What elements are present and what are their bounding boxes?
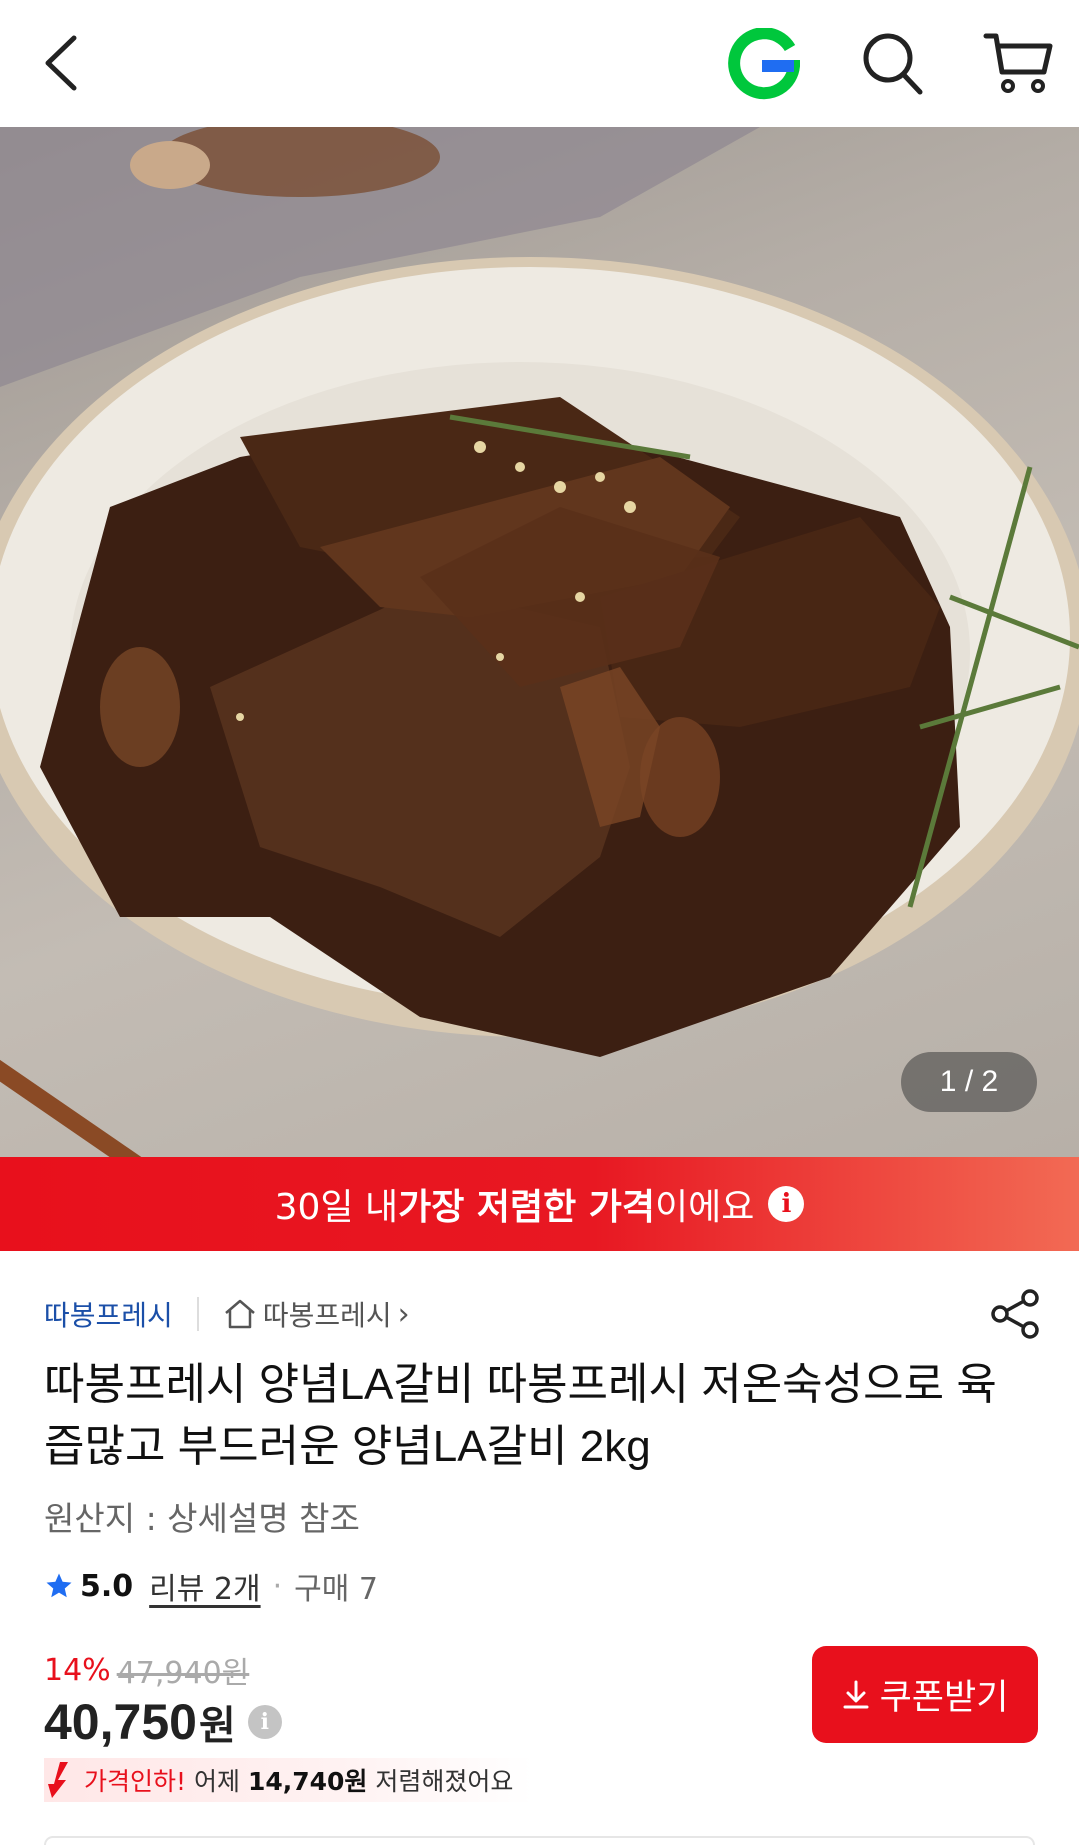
review-link[interactable]: 리뷰 2개 <box>149 1564 260 1608</box>
product-title: 따봉프레시 양념LA갈비 따봉프레시 저온숙성으로 육즙많고 부드러운 양념LA… <box>44 1360 997 1471</box>
lowest-price-banner[interactable]: 30일 내 가장 저렴한 가격 이에요 i <box>0 1157 1079 1251</box>
price-drop-suffix: 저렴해졌어요 <box>367 1767 514 1796</box>
gallery-current-page: 1 <box>939 1065 957 1098</box>
rating-row: 5.0 리뷰 2개 · 구매 7 <box>44 1564 378 1608</box>
price-row: 40,750 원 i <box>44 1690 282 1754</box>
gallery-total-pages: 2 <box>981 1065 999 1098</box>
gmarket-logo-icon[interactable] <box>728 28 800 100</box>
price-info-icon[interactable]: i <box>247 1705 282 1739</box>
arrow-down-icon <box>48 1762 68 1798</box>
gallery-page-indicator: 1 / 2 <box>901 1052 1037 1112</box>
banner-suffix: 이에요 <box>655 1187 755 1228</box>
product-photo <box>0 127 1079 1157</box>
original-price: 47,940원 <box>116 1656 250 1691</box>
banner-prefix: 30일 내 <box>274 1187 399 1228</box>
product-origin: 원산지 : 상세설명 참조 <box>44 1499 360 1538</box>
discount-row: 14% 47,940원 <box>44 1650 250 1692</box>
star-icon <box>46 1573 72 1598</box>
chevron-right-icon: › <box>397 1296 410 1332</box>
cart-icon[interactable] <box>982 28 1054 98</box>
product-image-gallery[interactable]: 1 / 2 <box>0 127 1079 1157</box>
banner-highlight: 가장 저렴한 가격 <box>398 1187 656 1228</box>
download-icon <box>843 1680 869 1708</box>
price-drop-amount: 14,740원 <box>247 1767 368 1796</box>
store-name: 따봉프레시 <box>262 1299 392 1332</box>
price-drop-middle: 어제 <box>186 1767 248 1796</box>
rating-score: 5.0 <box>80 1568 134 1604</box>
home-icon <box>224 1299 255 1329</box>
sale-price: 40,750 <box>44 1694 197 1750</box>
seller-link[interactable]: 따봉프레시 <box>44 1294 173 1334</box>
share-icon[interactable] <box>990 1288 1042 1340</box>
next-section-card-edge <box>44 1836 1035 1845</box>
seller-row: 따봉프레시 따봉프레시 › <box>44 1292 410 1336</box>
discount-rate: 14% <box>44 1652 111 1688</box>
seller-divider <box>196 1297 199 1331</box>
coupon-label: 쿠폰받기 <box>879 1678 1009 1718</box>
price-unit: 원 <box>198 1703 236 1749</box>
purchase-count: 구매 7 <box>294 1572 378 1607</box>
search-icon[interactable] <box>860 30 924 96</box>
price-drop-notice: 가격인하! 어제 14,740원 저렴해졌어요 <box>44 1758 534 1802</box>
top-app-bar <box>0 0 1079 127</box>
coupon-button[interactable]: 쿠폰받기 <box>812 1646 1038 1743</box>
price-drop-prefix: 가격인하! <box>84 1767 187 1796</box>
chevron-left-icon[interactable] <box>38 28 88 98</box>
rating-separator: · <box>272 1568 283 1604</box>
gallery-separator: / <box>964 1065 974 1098</box>
info-icon[interactable]: i <box>768 1186 805 1222</box>
store-link[interactable]: 따봉프레시 › <box>223 1294 410 1334</box>
